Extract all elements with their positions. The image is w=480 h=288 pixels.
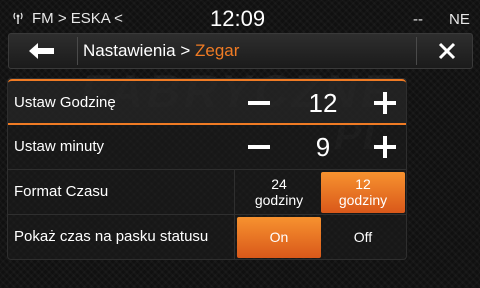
format-24h-number: 24: [271, 176, 287, 192]
antenna-icon: [13, 12, 23, 24]
set-minute-label: Ustaw minuty: [14, 138, 105, 155]
row-divider: [234, 170, 235, 214]
hour-decrement-button[interactable]: [244, 88, 274, 118]
title-parent: Nastawienia: [83, 41, 176, 60]
clock-off-button[interactable]: Off: [321, 217, 405, 258]
minus-icon: [248, 145, 270, 149]
hour-increment-button[interactable]: [370, 88, 400, 118]
close-button[interactable]: [417, 34, 473, 68]
set-hour-row: Ustaw Godzinę 12: [8, 79, 406, 125]
status-dash: --: [413, 11, 423, 28]
format-12h-number: 12: [355, 176, 371, 192]
time-format-label: Format Czasu: [14, 183, 109, 200]
back-arrow-icon: [29, 43, 54, 59]
format-24h-unit: godziny: [254, 192, 304, 208]
set-minute-row: Ustaw minuty 9: [8, 125, 406, 170]
status-indicator: NE: [449, 11, 470, 28]
clock-time: 12:09: [210, 6, 266, 31]
minute-value: 9: [315, 132, 331, 162]
hour-value: 12: [308, 88, 338, 118]
time-format-row: Format Czasu 24 godziny 12 godziny: [8, 170, 406, 215]
radio-source-text: FM > ESKA <: [32, 10, 123, 27]
title-separator: >: [175, 41, 195, 60]
minute-decrement-button[interactable]: [244, 132, 274, 162]
status-bar: FM > ESKA < 12:09 -- NE: [0, 0, 480, 36]
close-icon: [438, 42, 456, 60]
format-12h-unit: godziny: [338, 192, 388, 208]
row-divider: [234, 215, 235, 260]
header-divider: [77, 37, 78, 65]
header-bar: Nastawienia > Zegar: [8, 33, 473, 69]
clock-on-button[interactable]: On: [237, 217, 321, 258]
back-button[interactable]: [9, 34, 77, 68]
format-12h-button[interactable]: 12 godziny: [321, 172, 405, 213]
status-bar-clock-row: Pokaż czas na pasku statusu On Off: [8, 215, 406, 260]
minute-increment-button[interactable]: [370, 132, 400, 162]
title-current: Zegar: [194, 41, 240, 60]
settings-panel: Ustaw Godzinę 12 Ustaw minuty 9 Format C…: [7, 78, 407, 260]
page-title: Nastawienia > Zegar: [83, 41, 239, 61]
set-hour-label: Ustaw Godzinę: [14, 94, 116, 111]
minus-icon: [248, 101, 270, 105]
status-bar-clock-label: Pokaż czas na pasku statusu: [14, 228, 209, 245]
format-24h-button[interactable]: 24 godziny: [237, 172, 321, 213]
